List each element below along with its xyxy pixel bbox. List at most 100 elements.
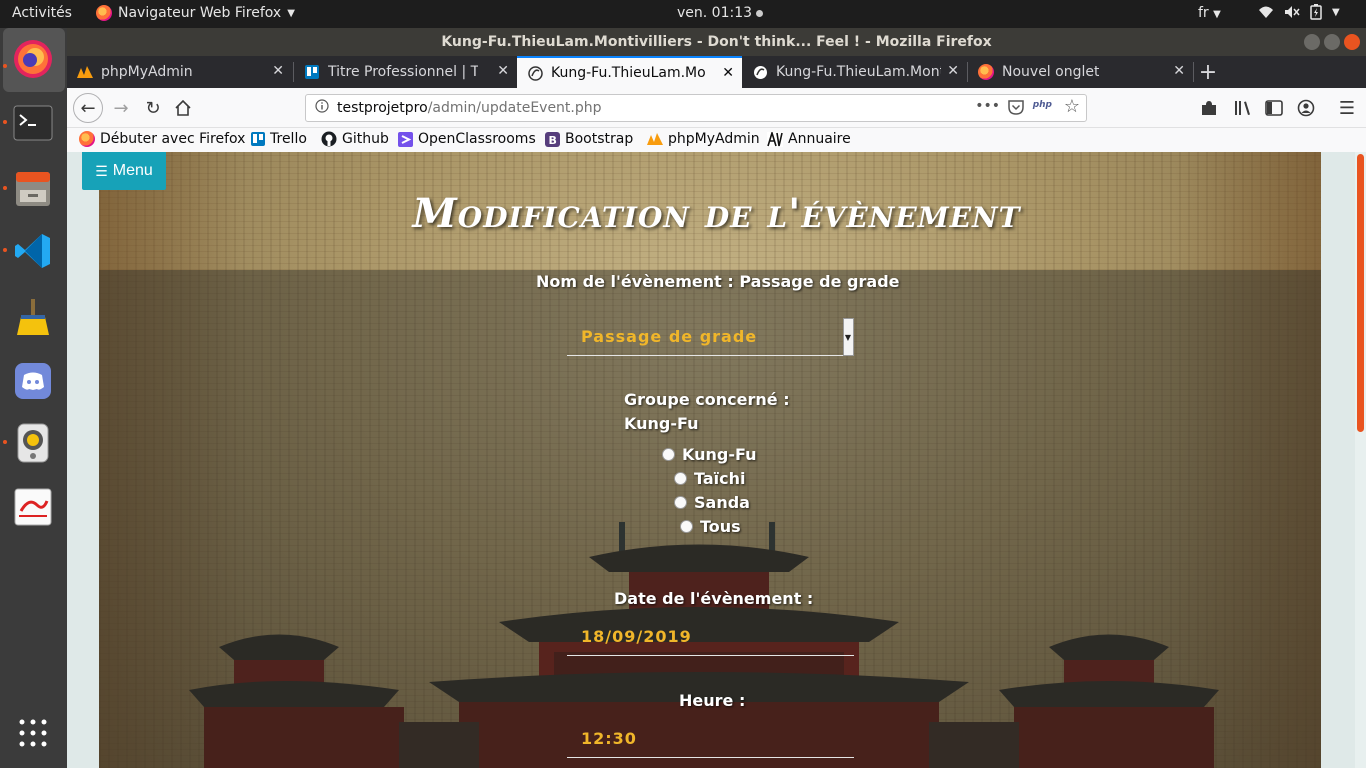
tab-trello[interactable]: Titre Professionnel | Trello ✕	[294, 56, 517, 88]
window-controls	[1304, 34, 1360, 50]
dock-rhythmbox[interactable]	[10, 420, 56, 466]
bookmark-trello[interactable]: Trello	[251, 131, 307, 147]
maximize-button[interactable]	[1324, 34, 1340, 50]
menu-button[interactable]: ☰ Menu	[82, 152, 166, 190]
language-indicator[interactable]: fr ▼	[1198, 5, 1221, 21]
close-icon[interactable]: ✕	[272, 63, 284, 79]
show-applications-button[interactable]	[10, 710, 56, 756]
dock-discord[interactable]	[10, 358, 56, 404]
url-bar[interactable]: testprojetpro/admin/updateEvent.php ••• …	[305, 94, 1087, 122]
radio-sanda[interactable]: Sanda	[674, 493, 750, 512]
sidebar-button[interactable]	[1260, 94, 1288, 122]
openclassrooms-icon	[398, 131, 413, 147]
bookmark-label: Débuter avec Firefox	[100, 131, 246, 147]
dock-vscode[interactable]	[10, 228, 56, 274]
library-button[interactable]	[1229, 94, 1257, 122]
close-icon[interactable]: ✕	[722, 65, 734, 81]
trello-icon	[251, 132, 265, 146]
firefox-icon	[14, 40, 52, 78]
page-actions-icon[interactable]: •••	[975, 98, 1000, 114]
broom-icon	[17, 299, 49, 335]
window-title: Kung-Fu.ThieuLam.Montivilliers - Don't t…	[441, 34, 992, 50]
bookmark-label: Github	[342, 131, 389, 147]
tab-kungfu[interactable]: Kung-Fu.ThieuLam.Montivilliers ✕	[742, 56, 967, 88]
url-host: testprojetpro	[337, 100, 428, 116]
terminal-icon	[13, 105, 53, 141]
dock-terminal[interactable]	[10, 100, 56, 146]
tab-phpmyadmin[interactable]: phpMyAdmin ✕	[67, 56, 292, 88]
radio-label: Kung-Fu	[682, 445, 757, 464]
tab-label: phpMyAdmin	[101, 64, 193, 80]
dock-document-viewer[interactable]	[10, 484, 56, 530]
close-icon[interactable]: ✕	[947, 63, 959, 79]
account-button[interactable]	[1292, 94, 1320, 122]
bookmark-phpmyadmin[interactable]: phpMyAdmin	[647, 131, 760, 147]
notification-dot-icon	[756, 9, 764, 17]
puzzle-icon	[1202, 101, 1216, 115]
bookmark-debuter-firefox[interactable]: Débuter avec Firefox	[79, 131, 245, 147]
tab-kungfu-active[interactable]: Kung-Fu.ThieuLam.Montivilliers ✕	[517, 56, 742, 88]
chevron-down-icon: ▼	[1332, 6, 1340, 18]
info-icon[interactable]	[315, 99, 329, 117]
date-input[interactable]: 18/09/2019	[567, 618, 854, 656]
event-type-select[interactable]: Passage de grade ▼	[567, 318, 854, 356]
discord-icon	[15, 363, 51, 399]
new-tab-button[interactable]: +	[1194, 58, 1222, 86]
navigation-toolbar: ← → ↻ testprojetpro/admin/updateEvent.ph…	[67, 88, 1366, 128]
close-window-button[interactable]	[1344, 34, 1360, 50]
page-scrollbar[interactable]	[1355, 152, 1366, 768]
back-button[interactable]: ←	[73, 93, 103, 123]
bookmark-openclassrooms[interactable]: OpenClassrooms	[398, 131, 536, 147]
dock-bleachbit[interactable]	[10, 294, 56, 340]
arrow-right-icon: →	[113, 97, 129, 119]
radio-kung-fu[interactable]: Kung-Fu	[662, 445, 757, 464]
time-input[interactable]: 12:30	[567, 720, 854, 758]
radio-button-icon[interactable]	[662, 448, 675, 461]
close-icon[interactable]: ✕	[497, 63, 509, 79]
reload-button[interactable]: ↻	[139, 94, 167, 122]
github-icon	[321, 131, 337, 147]
group-current-value: Kung-Fu	[624, 414, 699, 433]
scrollbar-thumb[interactable]	[1357, 154, 1364, 432]
tab-strip: phpMyAdmin ✕ Titre Professionnel | Trell…	[67, 56, 1366, 88]
close-icon[interactable]: ✕	[1173, 63, 1185, 79]
firefox-icon	[79, 131, 95, 147]
dock-firefox[interactable]	[10, 36, 56, 82]
hamburger-icon: ☰	[1338, 97, 1356, 119]
home-button[interactable]	[169, 94, 197, 122]
bookmark-label: Trello	[270, 131, 307, 147]
radio-button-icon[interactable]	[674, 496, 687, 509]
bookmarks-toolbar: Débuter avec Firefox Trello Github OpenC…	[67, 128, 1366, 152]
tab-label: Kung-Fu.ThieuLam.Montivilliers	[776, 64, 941, 80]
radio-tous[interactable]: Tous	[680, 517, 741, 536]
bookmark-annuaire[interactable]: Annuaire	[767, 131, 851, 147]
site-icon	[752, 64, 768, 80]
radio-taichi[interactable]: Taïchi	[674, 469, 746, 488]
pocket-icon[interactable]	[1008, 100, 1024, 119]
bookmark-bootstrap[interactable]: B Bootstrap	[545, 131, 633, 147]
dock-files[interactable]	[10, 166, 56, 212]
hamburger-icon: ☰	[95, 162, 108, 179]
tab-new-tab[interactable]: Nouvel onglet ✕	[968, 56, 1193, 88]
system-top-bar: Activités Navigateur Web Firefox ▼ ven. …	[0, 0, 1366, 28]
bookmark-label: Bootstrap	[565, 131, 634, 147]
vscode-icon	[15, 234, 50, 268]
library-icon	[1235, 101, 1250, 115]
radio-button-icon[interactable]	[680, 520, 693, 533]
running-indicator	[3, 440, 7, 444]
clock[interactable]: ven. 01:13	[0, 5, 1366, 21]
home-icon	[175, 100, 191, 116]
forward-button[interactable]: →	[107, 94, 135, 122]
url-path: /admin/updateEvent.php	[427, 100, 602, 116]
tab-label: Nouvel onglet	[1002, 64, 1100, 80]
system-tray[interactable]: ▼	[1258, 4, 1340, 20]
extensions-button[interactable]	[1195, 94, 1223, 122]
minimize-button[interactable]	[1304, 34, 1320, 50]
bookmark-github[interactable]: Github	[321, 131, 389, 147]
php-extension-icon[interactable]: php	[1033, 100, 1052, 110]
plus-icon: +	[1198, 59, 1218, 85]
star-icon[interactable]: ☆	[1064, 96, 1080, 117]
chevron-down-icon[interactable]: ▼	[843, 318, 854, 356]
hamburger-menu-button[interactable]: ☰	[1333, 94, 1361, 122]
radio-button-icon[interactable]	[674, 472, 687, 485]
